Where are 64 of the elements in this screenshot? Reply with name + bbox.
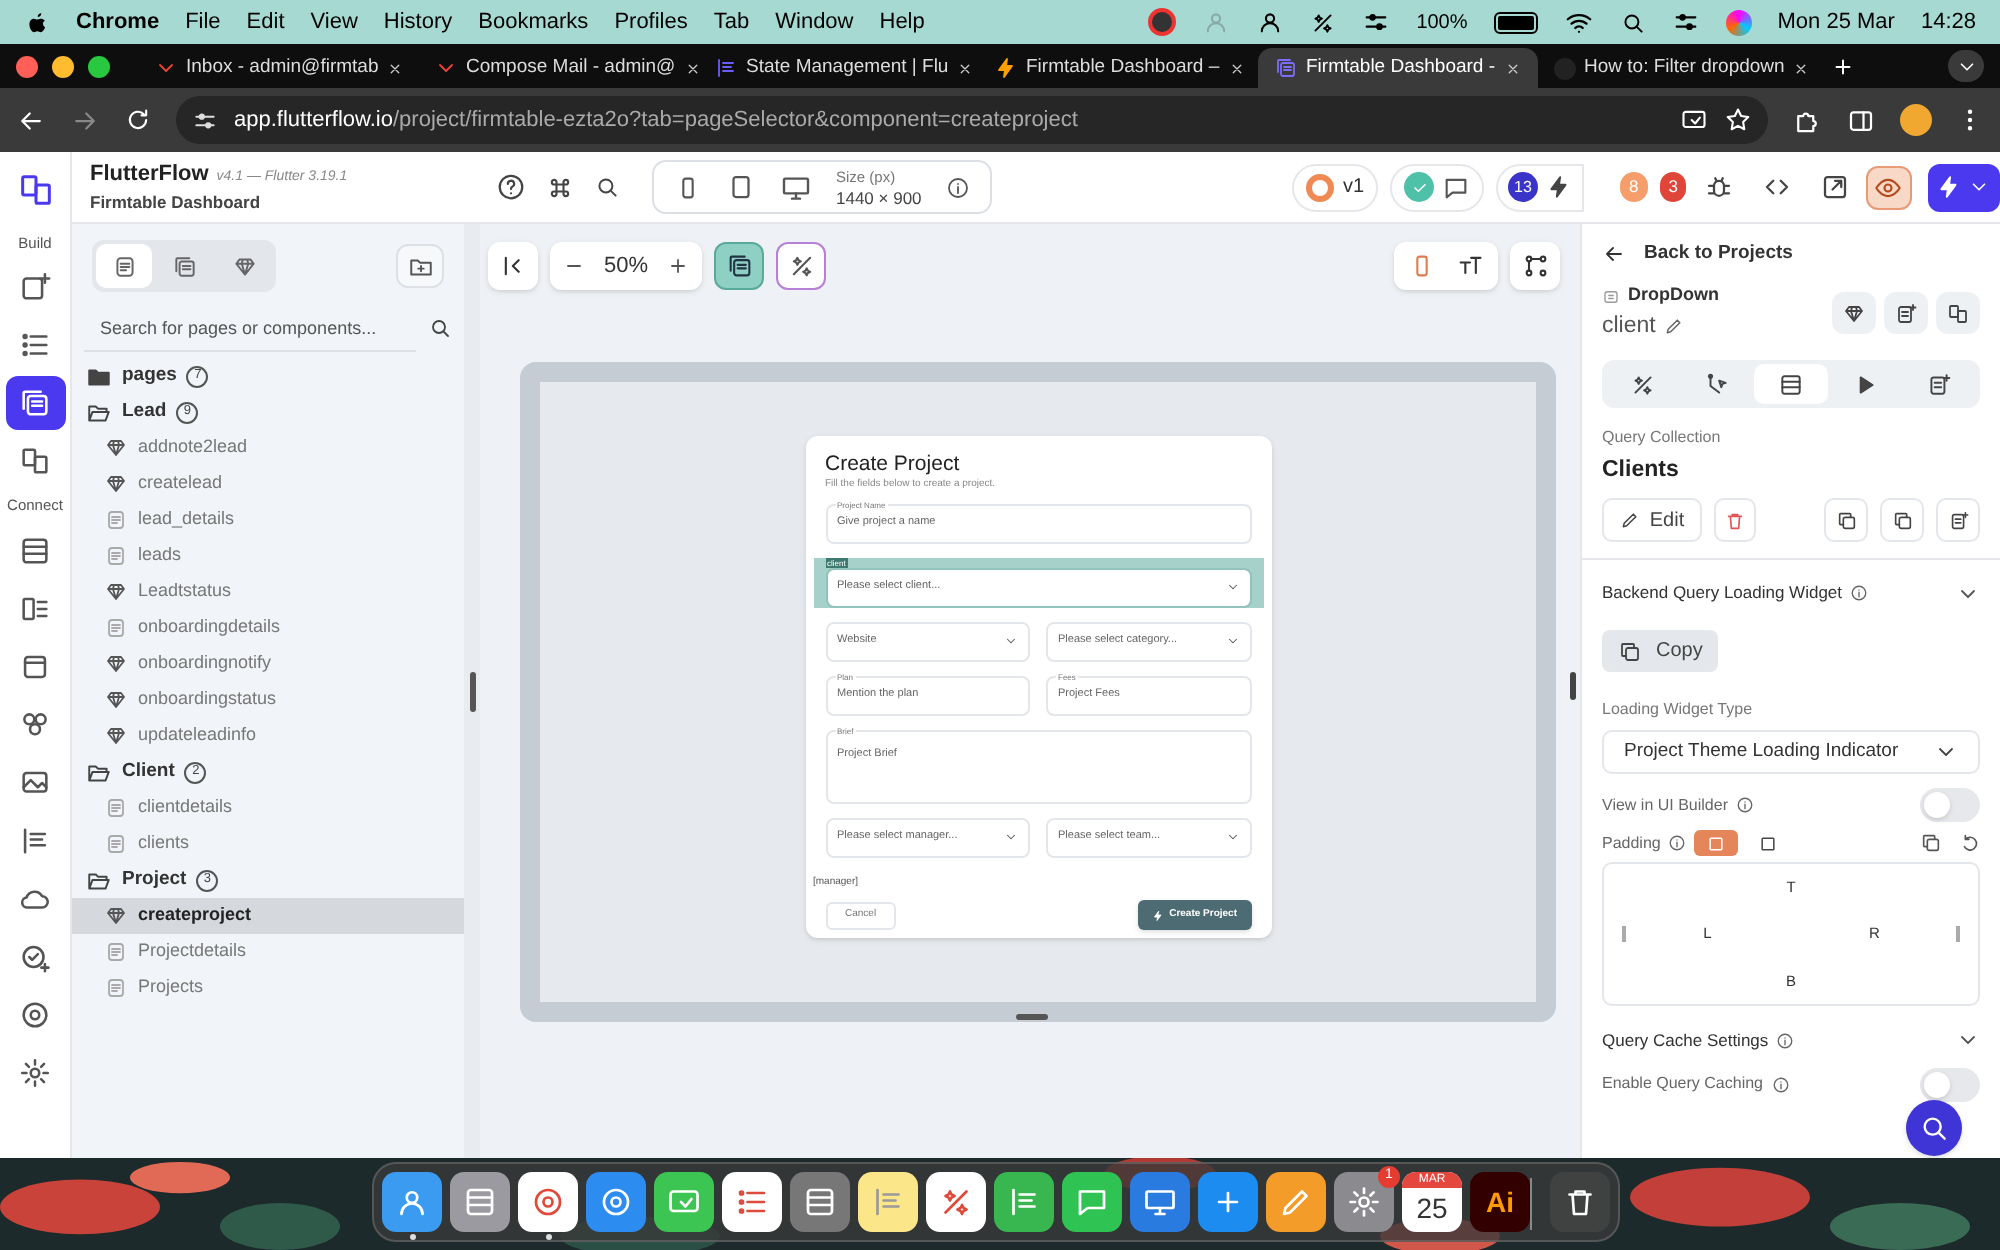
form-title: Create Project: [825, 452, 962, 478]
menu-item[interactable]: View: [310, 5, 358, 39]
menu-item[interactable]: File: [185, 5, 221, 39]
back-link[interactable]: Back to Projects: [1644, 240, 1793, 269]
app-menu[interactable]: Chrome: [76, 5, 160, 39]
menu-item[interactable]: Help: [879, 5, 925, 39]
menu-item[interactable]: Profiles: [614, 5, 688, 39]
setting-label: Padding: [1602, 831, 1661, 855]
product-name: FlutterFlow: [90, 159, 209, 190]
menu-time: 14:28: [1920, 7, 1976, 38]
tree-item[interactable]: createlead: [72, 466, 464, 502]
menu-item[interactable]: Bookmarks: [478, 5, 589, 39]
section-title: Query Cache Settings: [1602, 1028, 1769, 1054]
app-icon[interactable]: Ai: [1470, 1172, 1530, 1232]
menu-item[interactable]: Edit: [246, 5, 285, 39]
search-field[interactable]: Search for pages or components...: [84, 304, 416, 352]
app-label: Ai: [1486, 1183, 1514, 1221]
loading-type-select[interactable]: Project Theme Loading Indicator: [1602, 730, 1980, 774]
battery-percent: 100%: [1416, 9, 1468, 37]
browser-tab[interactable]: Inbox - admin@firmtab: [138, 48, 418, 88]
version-label: v1: [1342, 174, 1364, 202]
field-label: Loading Widget Type: [1602, 698, 1755, 722]
size-value: 1440 × 900: [836, 187, 922, 209]
notification-badge[interactable]: 3: [1659, 172, 1687, 202]
calendar-day: 25: [1416, 1188, 1448, 1228]
tree-item[interactable]: Projectdetails: [72, 934, 464, 970]
edit-button[interactable]: Edit: [1602, 498, 1702, 543]
tree-item[interactable]: onboardingnotify: [72, 646, 464, 682]
tree-item[interactable]: Projects: [72, 970, 464, 1006]
widget-name: client: [1602, 311, 1656, 342]
tree-item[interactable]: clientdetails: [72, 790, 464, 826]
setting-label: Enable Query Caching: [1602, 1072, 1763, 1097]
menu-item[interactable]: History: [383, 5, 453, 39]
section-title: Backend Query Loading Widget: [1602, 580, 1843, 606]
tree-item[interactable]: Leadtstatus: [72, 574, 464, 610]
copy-button[interactable]: Copy: [1602, 630, 1719, 672]
zoom-level: 50%: [604, 251, 649, 282]
tree-item[interactable]: createproject: [72, 898, 464, 934]
field-label: Query Collection: [1602, 426, 1723, 450]
url-host: app.flutterflow.io: [234, 107, 393, 132]
tree-item[interactable]: clients: [72, 826, 464, 862]
tree-item[interactable]: lead_details: [72, 502, 464, 538]
url-path: /project/firmtable-ezta2o?tab=pageSelector&component=createproject: [393, 107, 1078, 132]
browser-tab[interactable]: Compose Mail - admin@: [418, 48, 698, 88]
setting-label: View in UI Builder: [1602, 793, 1728, 817]
tree-item[interactable]: updateleadinfo: [72, 718, 464, 754]
project-name: Firmtable Dashboard: [90, 190, 263, 217]
address-field[interactable]: app.flutterflow.io/project/firmtable-ezta2o?tab=pageSelector&component=createproject: [176, 96, 1768, 144]
menu-item[interactable]: Tab: [713, 5, 750, 39]
tree-item[interactable]: onboardingstatus: [72, 682, 464, 718]
query-collection: Clients: [1602, 456, 1681, 486]
tree-item[interactable]: addnote2lead: [72, 430, 464, 466]
browser-tab[interactable]: How to: Filter dropdown: [1538, 48, 1818, 88]
widget-type: DropDown: [1628, 282, 1719, 309]
count-badge: 13: [1508, 172, 1538, 202]
browser-tab[interactable]: Firmtable Dashboard -: [1258, 48, 1538, 88]
browser-tab[interactable]: State Management | Flu: [698, 48, 978, 88]
menu-item[interactable]: Window: [775, 5, 854, 39]
collaborators-button[interactable]: 13: [1496, 163, 1584, 211]
tree-item[interactable]: onboardingdetails: [72, 610, 464, 646]
browser-tab[interactable]: Firmtable Dashboard –: [978, 48, 1258, 88]
menu-date: Mon 25 Mar: [1777, 7, 1895, 38]
tree-item[interactable]: leads: [72, 538, 464, 574]
version-button[interactable]: v1: [1292, 163, 1378, 211]
